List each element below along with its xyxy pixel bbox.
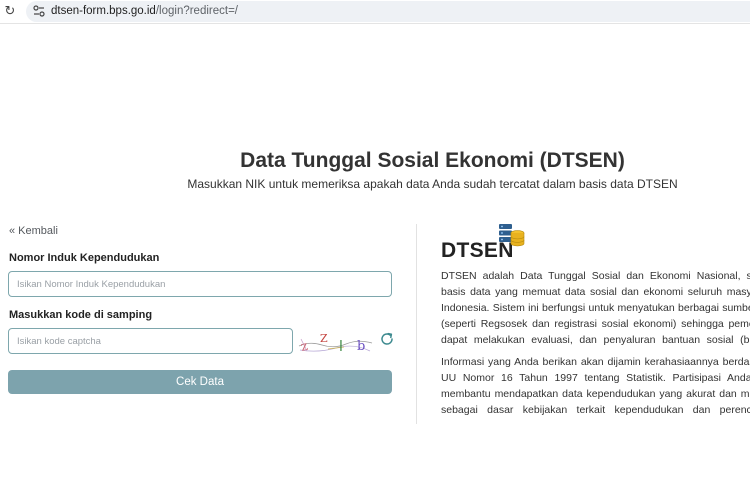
captcha-char-4: b — [357, 339, 365, 354]
site-info-icon[interactable] — [32, 3, 46, 19]
captcha-char-2: Z — [320, 332, 328, 345]
url-text[interactable]: dtsen-form.bps.go.id/login?redirect=/ — [51, 4, 238, 18]
dtsen-logo: DTSEN — [441, 222, 531, 264]
info-paragraph-1-container: DTSEN adalah Data Tunggal Sosial dan Eko… — [441, 268, 750, 348]
page-subtitle: Masukkan NIK untuk memeriksa apakah data… — [187, 177, 678, 191]
nik-input[interactable] — [8, 271, 392, 297]
reload-icon[interactable]: ↻ — [2, 2, 18, 20]
nik-label: Nomor Induk Kependudukan — [9, 252, 160, 264]
page-title: Data Tunggal Sosial Ekonomi (DTSEN) — [240, 149, 625, 172]
info-paragraph-2-container: Informasi yang Anda berikan akan dijamin… — [441, 354, 750, 418]
info-paragraph-2: Informasi yang Anda berikan akan dijamin… — [441, 356, 750, 416]
captcha-input[interactable] — [8, 328, 293, 354]
refresh-captcha-icon[interactable] — [378, 330, 396, 348]
url-path: /login?redirect=/ — [155, 5, 238, 17]
database-icon — [499, 224, 525, 247]
url-host: dtsen-form.bps.go.id — [51, 5, 156, 17]
browser-url-bar: ↻ dtsen-form.bps.go.id/login?redirect=/ — [0, 0, 750, 24]
captcha-label: Masukkan kode di samping — [9, 309, 153, 321]
captcha-image: z Z l b — [298, 329, 373, 355]
column-divider — [416, 224, 417, 424]
back-link[interactable]: « Kembali — [9, 225, 58, 237]
info-paragraph-1: DTSEN adalah Data Tunggal Sosial dan Eko… — [441, 270, 750, 346]
cek-data-button[interactable]: Cek Data — [8, 370, 392, 394]
captcha-char-3: l — [339, 339, 343, 355]
